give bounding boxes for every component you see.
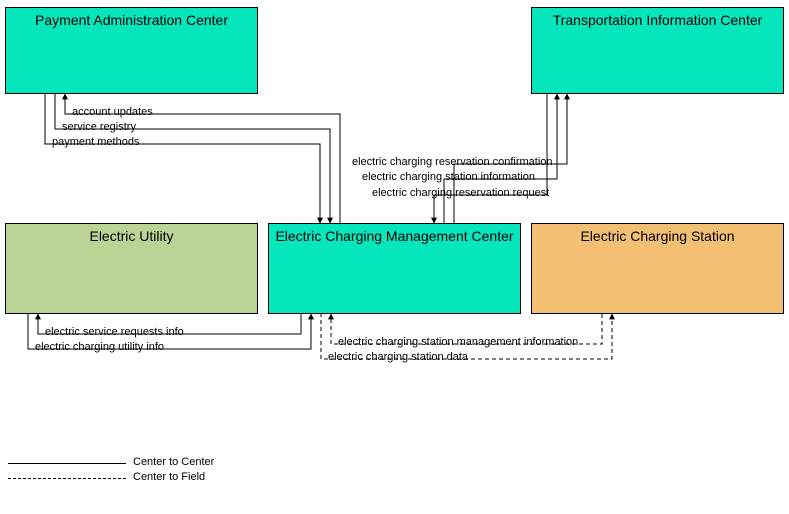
legend-label: Center to Center (133, 456, 214, 468)
legend-line-solid (8, 463, 126, 464)
box-payment-admin[interactable]: Payment Administration Center (5, 7, 258, 94)
box-label: Electric Charging Management Center (275, 228, 513, 244)
box-label: Electric Utility (89, 228, 173, 244)
legend-label: Center to Field (133, 471, 205, 483)
flow-label: service registry (62, 121, 136, 133)
legend-line-dashed (8, 478, 126, 479)
flow-label: electric charging station data (328, 351, 468, 363)
flow-label: electric charging reservation request (372, 187, 549, 199)
box-transportation-info[interactable]: Transportation Information Center (531, 7, 784, 94)
box-label: Electric Charging Station (580, 228, 734, 244)
flow-label: electric service requests info (45, 326, 184, 338)
flow-label: electric charging reservation confirmati… (352, 156, 553, 168)
flow-label: electric charging station management inf… (338, 336, 578, 348)
flow-label: account updates (72, 106, 153, 118)
box-electric-utility[interactable]: Electric Utility (5, 223, 258, 314)
box-charging-mgmt[interactable]: Electric Charging Management Center (268, 223, 521, 314)
box-label: Payment Administration Center (35, 12, 228, 28)
flow-label: electric charging utility info (35, 341, 164, 353)
box-charging-station[interactable]: Electric Charging Station (531, 223, 784, 314)
box-label: Transportation Information Center (553, 12, 763, 28)
flow-label: payment methods (52, 136, 139, 148)
flow-label: electric charging station information (362, 171, 535, 183)
